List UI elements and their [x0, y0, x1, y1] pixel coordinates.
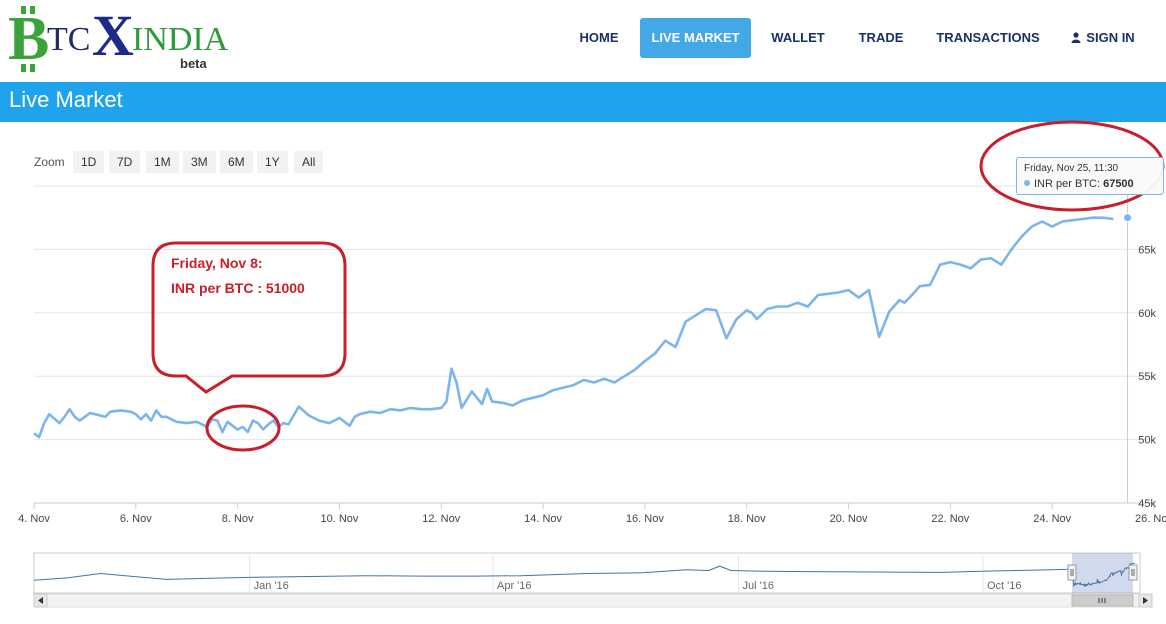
- annotation-callout-text: Friday, Nov 8: INR per BTC : 51000: [171, 251, 305, 301]
- tooltip-series-dot: [1024, 180, 1030, 186]
- x-tick-label: 14. Nov: [524, 513, 562, 525]
- chart-x-axis: 4. Nov 6. Nov 8. Nov 10. Nov 12. Nov 14. Nov 1…: [18, 502, 1166, 525]
- annotation-line-1: Friday, Nov 8:: [171, 255, 263, 271]
- x-tick-label: 20. Nov: [830, 513, 868, 525]
- scrollbar-left-arrow[interactable]: [33, 593, 48, 608]
- scrollbar-track[interactable]: [33, 593, 1153, 608]
- chart-navigator[interactable]: Jan '16 Apr '16 Jul '16 Oct '16: [33, 552, 1141, 594]
- x-tick-label: 18. Nov: [728, 513, 766, 525]
- navigator-handle-right[interactable]: [1128, 564, 1138, 581]
- scrollbar-right-arrow[interactable]: [1138, 593, 1153, 608]
- chart-tooltip: Friday, Nov 25, 11:30 INR per BTC: 67500: [1016, 157, 1164, 195]
- x-tick-label: 4. Nov: [18, 513, 50, 525]
- x-tick-label: 10. Nov: [320, 513, 358, 525]
- x-tick-label: 26. Nov: [1135, 513, 1166, 525]
- tooltip-value: 67500: [1103, 178, 1134, 190]
- navigator-label: Oct '16: [987, 580, 1022, 592]
- navigator-selected-range[interactable]: [1072, 553, 1133, 593]
- navigator-label: Jul '16: [743, 580, 774, 592]
- chart-crosshair: [1123, 186, 1133, 503]
- x-tick-label: 24. Nov: [1033, 513, 1071, 525]
- x-tick-label: 8. Nov: [222, 513, 254, 525]
- x-tick-label: 12. Nov: [422, 513, 460, 525]
- price-chart[interactable]: 4. Nov 6. Nov 8. Nov 10. Nov 12. Nov 14. Nov 1…: [0, 0, 1166, 624]
- hover-marker: [1123, 213, 1133, 223]
- chart-gridlines: [34, 185, 1154, 504]
- y-tick-label: 65k: [1138, 244, 1156, 256]
- y-tick-label: 45k: [1138, 498, 1156, 510]
- chart-scrollbar[interactable]: [33, 593, 1153, 608]
- x-tick-label: 16. Nov: [626, 513, 664, 525]
- y-tick-label: 50k: [1138, 435, 1156, 447]
- y-tick-label: 55k: [1138, 371, 1156, 383]
- annotation-line-2: INR per BTC : 51000: [171, 280, 305, 296]
- tooltip-date: Friday, Nov 25, 11:30: [1024, 163, 1119, 174]
- x-tick-label: 22. Nov: [931, 513, 969, 525]
- navigator-frame: [33, 552, 1141, 594]
- chart-y-axis: 45k 50k 55k 60k 65k: [1138, 244, 1156, 510]
- y-tick-label: 60k: [1138, 308, 1156, 320]
- x-tick-label: 6. Nov: [120, 513, 152, 525]
- navigator-label: Jan '16: [254, 580, 289, 592]
- tooltip-row: INR per BTC: 67500: [1024, 176, 1156, 192]
- navigator-handle-left[interactable]: [1067, 564, 1077, 581]
- tooltip-series-name: INR per BTC:: [1034, 178, 1101, 190]
- navigator-label: Apr '16: [497, 580, 532, 592]
